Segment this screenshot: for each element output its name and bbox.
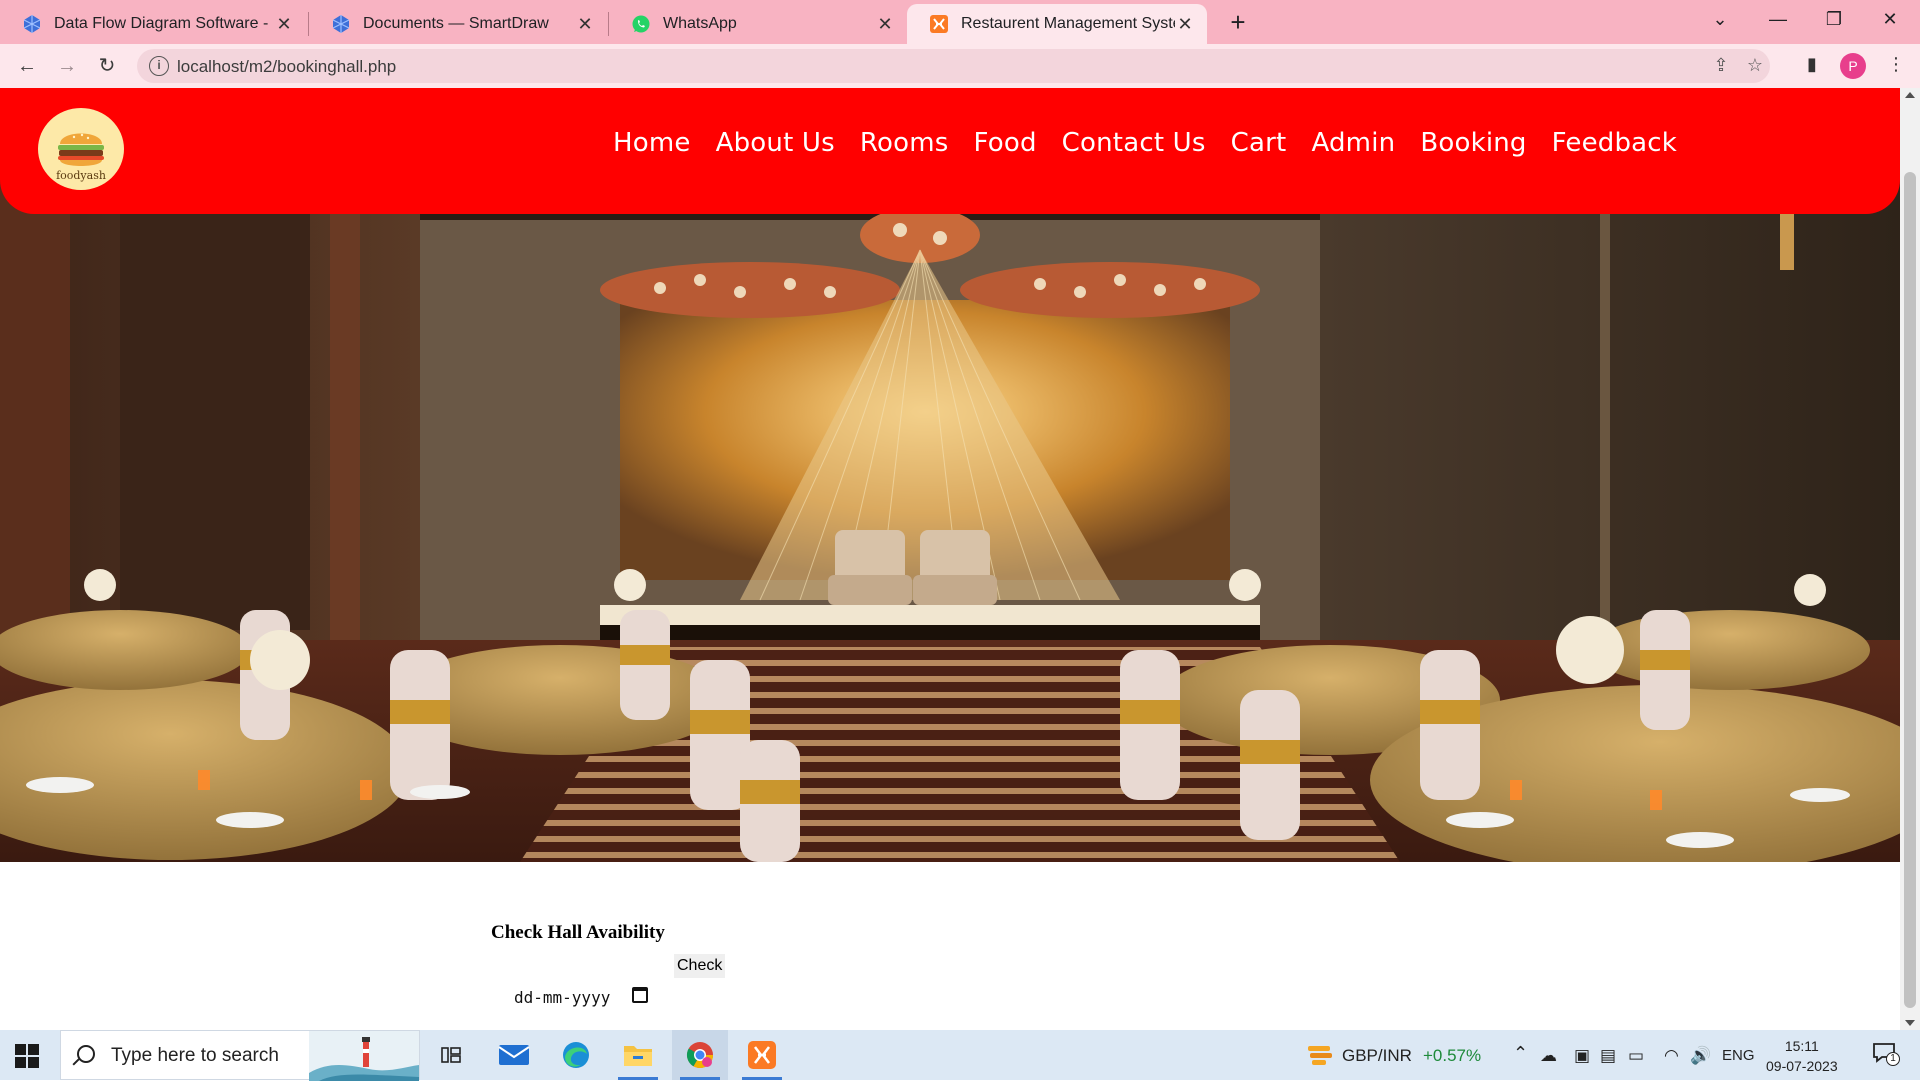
tab-title: Restaurent Management System bbox=[961, 15, 1175, 32]
bookmark-star-icon[interactable]: ☆ bbox=[1743, 55, 1767, 77]
side-panel-icon[interactable]: ▮ bbox=[1798, 54, 1826, 80]
search-icon bbox=[77, 1045, 95, 1063]
browser-tab-strip: Data Flow Diagram Software - Fr ✕ Docume… bbox=[0, 0, 1920, 44]
whatsapp-icon bbox=[632, 15, 650, 33]
tab-title: WhatsApp bbox=[663, 15, 737, 32]
device-icon[interactable]: ▣ bbox=[1574, 1046, 1590, 1066]
close-tab-icon[interactable]: ✕ bbox=[875, 14, 895, 35]
edge-icon[interactable] bbox=[548, 1030, 604, 1080]
minimize-button[interactable]: — bbox=[1750, 0, 1806, 40]
forward-arrow-icon[interactable]: → bbox=[52, 52, 82, 80]
stock-ticker-icon[interactable] bbox=[1306, 1042, 1334, 1068]
battery-icon[interactable]: ▭ bbox=[1628, 1046, 1644, 1066]
back-arrow-icon[interactable]: ← bbox=[12, 52, 42, 80]
address-bar[interactable]: i localhost/m2/bookinghall.php ⇪ ☆ bbox=[137, 49, 1770, 83]
tab-whatsapp[interactable]: WhatsApp ✕ bbox=[609, 4, 907, 44]
nav-food[interactable]: Food bbox=[974, 128, 1037, 158]
onedrive-cloud-icon[interactable]: ☁ bbox=[1540, 1046, 1557, 1066]
nav-home[interactable]: Home bbox=[613, 128, 691, 158]
close-tab-icon[interactable]: ✕ bbox=[575, 14, 595, 35]
nav-feedback[interactable]: Feedback bbox=[1552, 128, 1677, 158]
date-input[interactable]: dd-mm-yyyy bbox=[512, 985, 654, 1011]
smartdraw-icon bbox=[23, 15, 41, 33]
logo-text: foodyash bbox=[56, 169, 106, 182]
new-tab-button[interactable]: + bbox=[1222, 8, 1254, 38]
smartdraw-icon bbox=[332, 15, 350, 33]
foodyash-logo[interactable]: foodyash bbox=[38, 108, 124, 190]
site-header: foodyash Home About Us Rooms Food Contac… bbox=[0, 88, 1900, 214]
scroll-up-arrow-icon[interactable] bbox=[1905, 92, 1915, 98]
share-icon[interactable]: ⇪ bbox=[1709, 55, 1733, 77]
windows-start-icon[interactable] bbox=[15, 1044, 39, 1068]
reload-icon[interactable]: ↻ bbox=[92, 52, 122, 80]
tab-restaurant-management[interactable]: Restaurent Management System ✕ bbox=[907, 4, 1207, 44]
lighthouse-illustration-icon bbox=[309, 1031, 419, 1081]
search-placeholder: Type here to search bbox=[111, 1045, 279, 1066]
browser-toolbar: ← → ↻ i localhost/m2/bookinghall.php ⇪ ☆… bbox=[0, 44, 1920, 88]
notification-count-badge: 1 bbox=[1886, 1052, 1900, 1066]
windows-taskbar: Type here to search GBP/INR +0.57% ⌃ ☁ ▣… bbox=[0, 1030, 1920, 1081]
menu-kebab-icon[interactable]: ⋮ bbox=[1882, 54, 1910, 80]
scroll-down-arrow-icon[interactable] bbox=[1905, 1020, 1915, 1026]
banquet-hall-image bbox=[0, 180, 1900, 862]
scroll-thumb[interactable] bbox=[1904, 172, 1916, 1008]
nav-rooms[interactable]: Rooms bbox=[860, 128, 949, 158]
nav-cart[interactable]: Cart bbox=[1231, 128, 1287, 158]
profile-avatar[interactable]: P bbox=[1840, 53, 1866, 79]
chrome-icon[interactable] bbox=[672, 1030, 728, 1080]
tab-title: Documents — SmartDraw bbox=[363, 15, 549, 32]
task-view-icon[interactable] bbox=[423, 1030, 479, 1080]
nav-contact-us[interactable]: Contact Us bbox=[1062, 128, 1206, 158]
notification-center-icon[interactable]: 1 bbox=[1872, 1042, 1900, 1068]
display-icon[interactable]: ▤ bbox=[1600, 1046, 1616, 1066]
xampp-icon[interactable] bbox=[734, 1030, 790, 1080]
show-hidden-icons-icon[interactable]: ⌃ bbox=[1513, 1043, 1528, 1064]
tab-search-chevron-icon[interactable]: ⌄ bbox=[1692, 0, 1748, 40]
date-placeholder: dd-mm-yyyy bbox=[514, 988, 611, 1007]
check-button[interactable]: Check bbox=[674, 954, 726, 978]
nav-about-us[interactable]: About Us bbox=[716, 128, 835, 158]
page-scrollbar[interactable] bbox=[1900, 88, 1920, 1030]
calendar-icon[interactable] bbox=[632, 987, 648, 1003]
file-explorer-icon[interactable] bbox=[610, 1030, 666, 1080]
tab-title: Data Flow Diagram Software - Fr bbox=[54, 15, 274, 32]
clock[interactable]: 15:11 09-07-2023 bbox=[1766, 1036, 1838, 1076]
form-heading: Check Hall Avaibility bbox=[491, 922, 665, 943]
volume-icon[interactable]: 🔊 bbox=[1690, 1046, 1711, 1066]
wifi-icon[interactable]: ◠ bbox=[1664, 1046, 1679, 1066]
url-text[interactable]: localhost/m2/bookinghall.php bbox=[177, 57, 396, 77]
close-tab-icon[interactable]: ✕ bbox=[1175, 14, 1195, 35]
ticker-label[interactable]: GBP/INR bbox=[1342, 1046, 1412, 1066]
restore-button[interactable]: ❐ bbox=[1806, 0, 1862, 40]
taskbar-search-box[interactable]: Type here to search bbox=[60, 1030, 420, 1081]
tab-smartdraw[interactable]: Documents — SmartDraw ✕ bbox=[309, 4, 607, 44]
clock-time: 15:11 bbox=[1784, 1038, 1819, 1054]
main-nav: Home About Us Rooms Food Contact Us Cart… bbox=[613, 128, 1677, 158]
close-window-button[interactable]: ✕ bbox=[1862, 0, 1918, 40]
close-tab-icon[interactable]: ✕ bbox=[274, 14, 294, 35]
nav-admin[interactable]: Admin bbox=[1311, 128, 1395, 158]
language-indicator[interactable]: ENG bbox=[1722, 1047, 1755, 1064]
nav-booking[interactable]: Booking bbox=[1420, 128, 1526, 158]
clock-date: 09-07-2023 bbox=[1766, 1058, 1838, 1074]
page-viewport: foodyash Home About Us Rooms Food Contac… bbox=[0, 88, 1900, 1030]
xampp-icon bbox=[930, 15, 948, 33]
ticker-change[interactable]: +0.57% bbox=[1423, 1046, 1481, 1066]
tab-data-flow[interactable]: Data Flow Diagram Software - Fr ✕ bbox=[0, 4, 306, 44]
site-info-icon[interactable]: i bbox=[149, 56, 169, 76]
mail-icon[interactable] bbox=[486, 1030, 542, 1080]
